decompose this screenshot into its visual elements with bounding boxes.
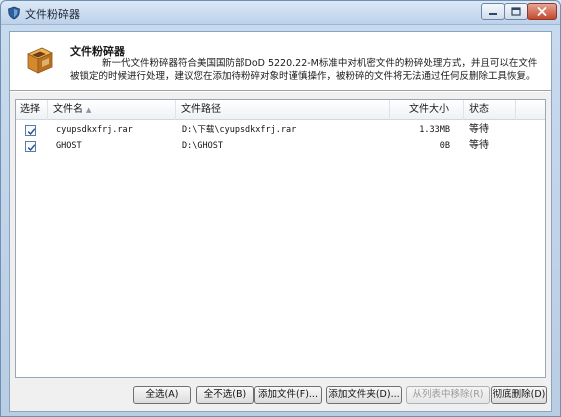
shred-button[interactable]: 彻底删除(D) <box>491 386 547 404</box>
sort-indicator-icon: ▲ <box>86 106 92 114</box>
file-list[interactable]: 选择 文件名 ▲ 文件路径 文件大小 状态 cyupsdkxfrj.rar D:\… <box>15 99 546 378</box>
row-status: 等待 <box>469 124 489 135</box>
remove-from-list-button[interactable]: 从列表中移除(R) <box>406 386 490 404</box>
row-filesize: 0B <box>439 141 450 151</box>
column-filename[interactable]: 文件名 ▲ <box>48 100 176 120</box>
shield-icon <box>7 6 21 20</box>
column-status[interactable]: 状态 <box>464 100 516 120</box>
table-row[interactable]: GHOST D:\GHOST 0B 等待 <box>16 138 545 154</box>
row-checkbox[interactable] <box>25 125 36 136</box>
row-filepath: D:\下载\cyupsdkxfrj.rar <box>182 125 297 135</box>
row-checkbox[interactable] <box>25 141 36 152</box>
add-file-button[interactable]: 添加文件(F)... <box>254 386 322 404</box>
main-panel: 文件粉碎器 新一代文件粉碎器符合美国国防部DoD 5220.22-M标准中对机密… <box>9 31 552 412</box>
header-divider <box>10 90 551 92</box>
row-filename: cyupsdkxfrj.rar <box>56 125 133 135</box>
column-filesize[interactable]: 文件大小 <box>390 100 464 120</box>
column-filepath[interactable]: 文件路径 <box>176 100 390 120</box>
row-filesize: 1.33MB <box>419 125 450 135</box>
row-filename: GHOST <box>56 141 82 151</box>
column-header-row: 选择 文件名 ▲ 文件路径 文件大小 状态 <box>16 100 545 120</box>
table-row[interactable]: cyupsdkxfrj.rar D:\下载\cyupsdkxfrj.rar 1.… <box>16 122 545 138</box>
app-window: 文件粉碎器 文件粉碎器 新一代文件粉碎器符合美国国防部DoD 5220.22-M… <box>0 0 561 417</box>
column-select[interactable]: 选择 <box>16 100 48 120</box>
minimize-icon <box>488 8 498 16</box>
title-bar[interactable]: 文件粉碎器 <box>1 1 560 25</box>
window-title: 文件粉碎器 <box>25 8 80 21</box>
add-folder-button[interactable]: 添加文件夹(D)... <box>326 386 402 404</box>
info-header: 文件粉碎器 新一代文件粉碎器符合美国国防部DoD 5220.22-M标准中对机密… <box>10 32 551 90</box>
header-description: 新一代文件粉碎器符合美国国防部DoD 5220.22-M标准中对机密文件的粉碎处… <box>70 58 538 82</box>
maximize-icon <box>511 7 521 16</box>
select-all-button[interactable]: 全选(A) <box>133 386 191 404</box>
row-status: 等待 <box>469 140 489 151</box>
action-bar: 全选(A) 全不选(B) 添加文件(F)... 添加文件夹(D)... 从列表中… <box>10 386 551 406</box>
shredder-box-icon <box>24 44 56 76</box>
select-none-button[interactable]: 全不选(B) <box>196 386 254 404</box>
minimize-button[interactable] <box>481 3 505 20</box>
maximize-button[interactable] <box>504 3 528 20</box>
close-button[interactable] <box>527 3 557 20</box>
close-icon <box>537 7 547 16</box>
row-filepath: D:\GHOST <box>182 141 223 151</box>
